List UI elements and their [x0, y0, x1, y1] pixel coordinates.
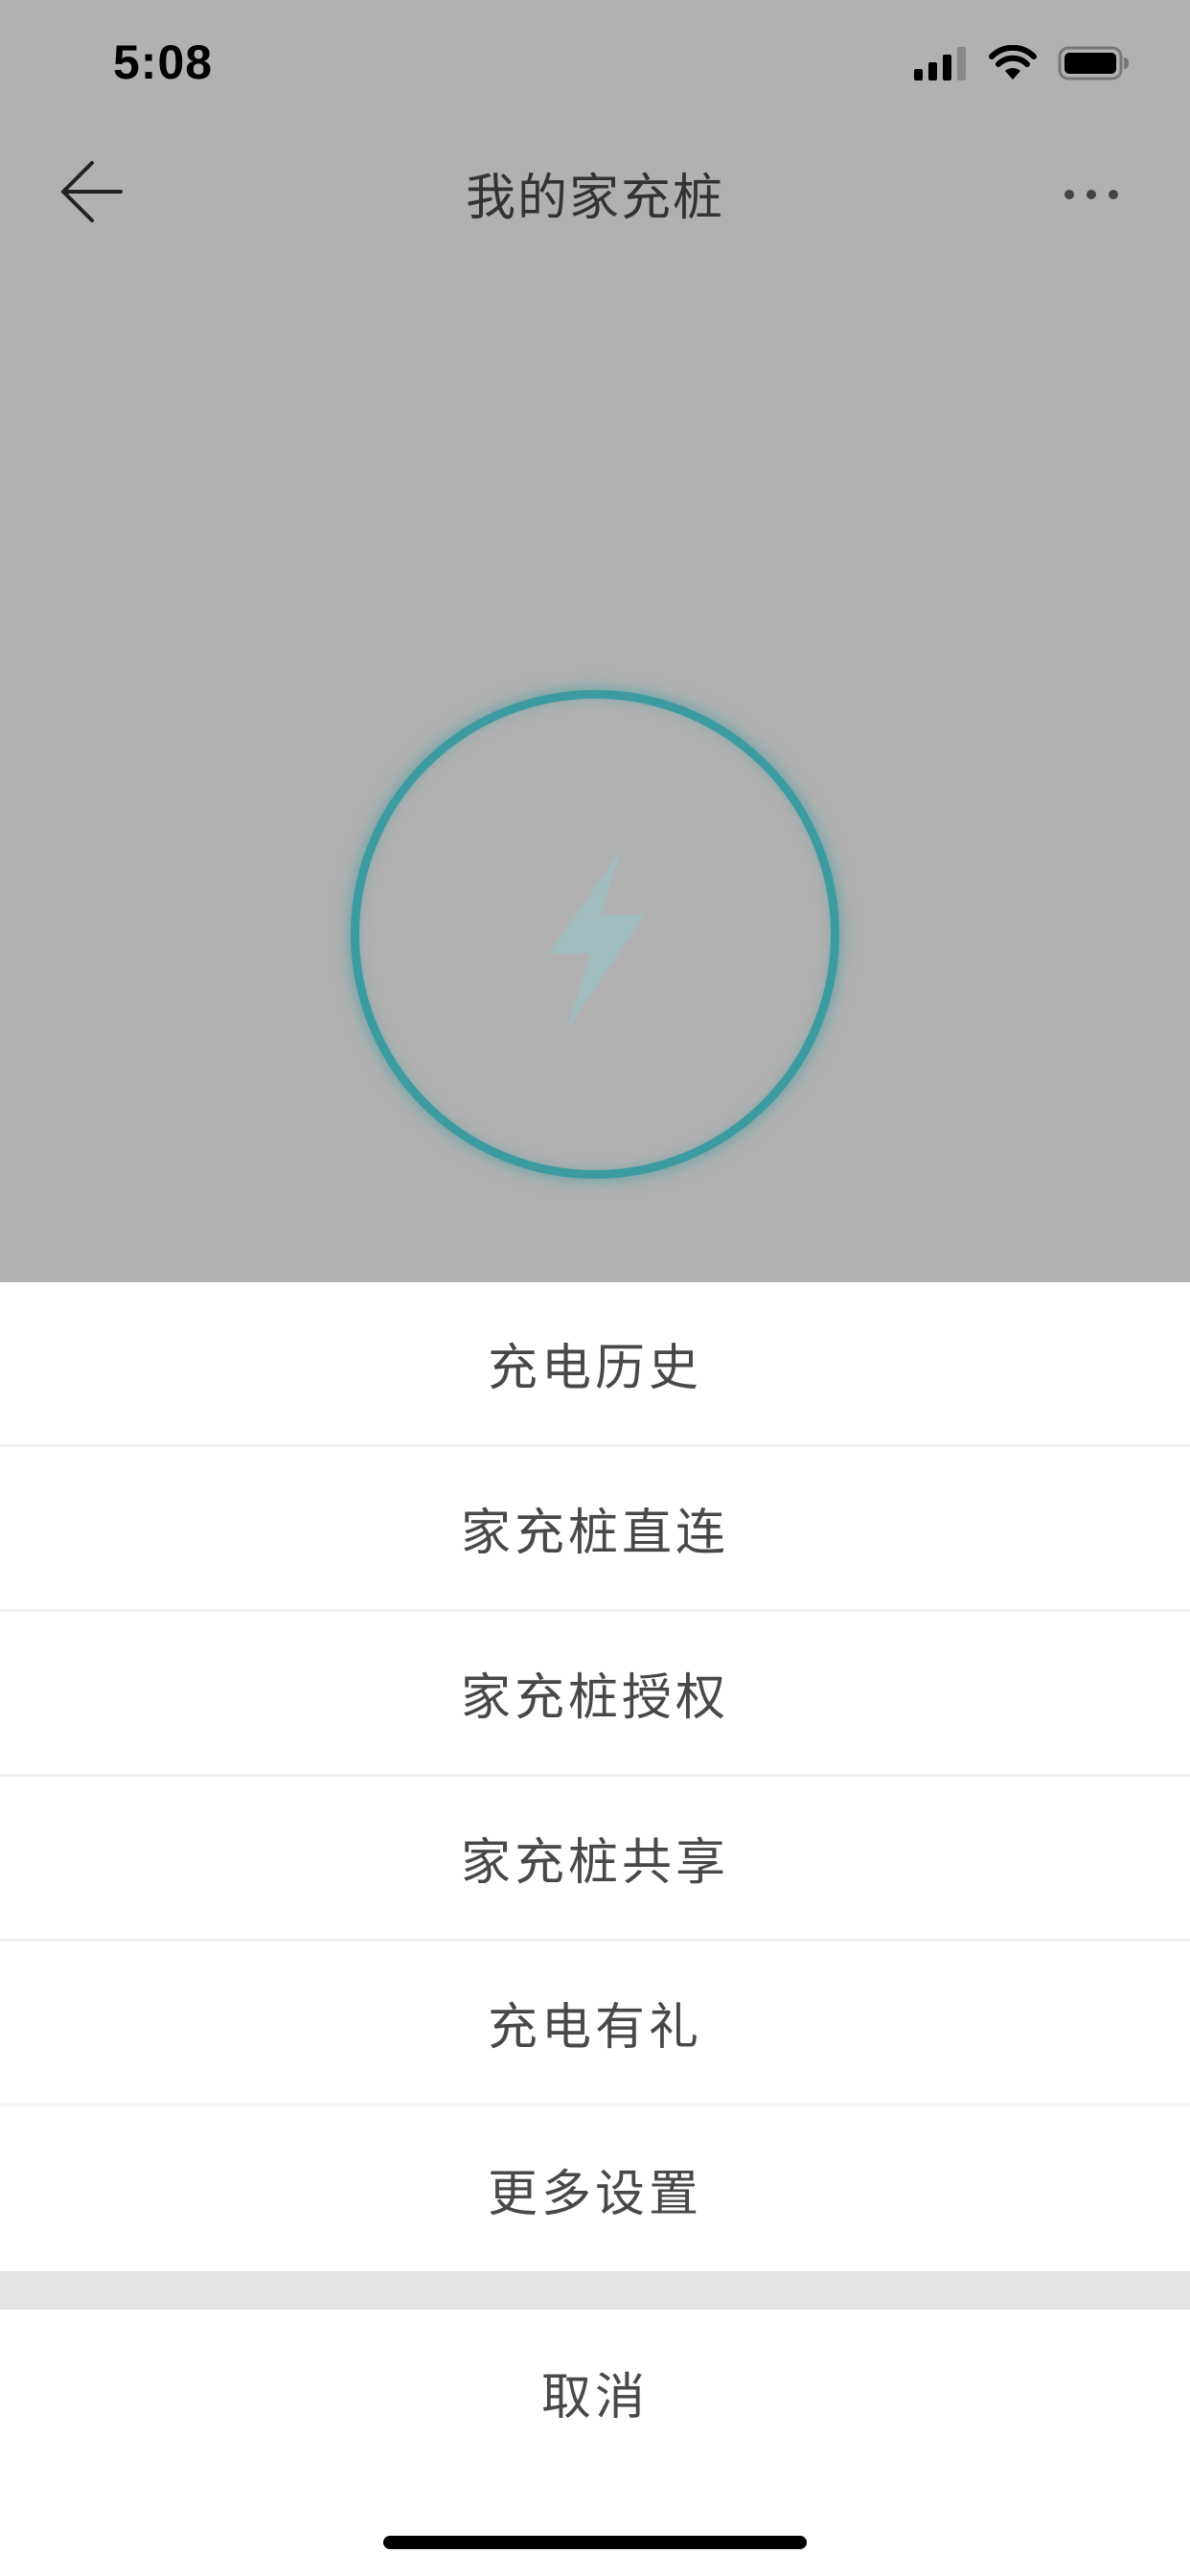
menu-item-charging-gifts[interactable]: 充电有礼: [0, 1942, 1190, 2106]
menu-item-authorization[interactable]: 家充桩授权: [0, 1612, 1190, 1777]
charger-status-ring[interactable]: [351, 690, 839, 1179]
more-icon: [1063, 187, 1120, 205]
nav-bar: 我的家充桩: [0, 134, 1190, 249]
cellular-signal-icon: [914, 46, 968, 80]
status-icons: [914, 42, 1131, 84]
page-title: 我的家充桩: [465, 170, 724, 227]
battery-icon: [1058, 45, 1131, 81]
lightning-bolt-icon: [539, 848, 654, 1034]
menu-item-sharing[interactable]: 家充桩共享: [0, 1777, 1190, 1942]
status-bar: 5:08: [0, 0, 1190, 134]
action-sheet: 充电历史 家充桩直连 家充桩授权 家充桩共享 充电有礼 更多设置 取消: [0, 1282, 1190, 2576]
menu-item-direct-connect[interactable]: 家充桩直连: [0, 1447, 1190, 1612]
menu-item-more-settings[interactable]: 更多设置: [0, 2106, 1190, 2271]
wifi-icon: [989, 45, 1037, 81]
status-time: 5:08: [113, 35, 214, 89]
menu-item-charging-history[interactable]: 充电历史: [0, 1282, 1190, 1447]
action-sheet-list: 充电历史 家充桩直连 家充桩授权 家充桩共享 充电有礼 更多设置: [0, 1282, 1190, 2271]
more-button[interactable]: [1048, 167, 1134, 224]
home-indicator[interactable]: [383, 2536, 807, 2549]
cancel-label: 取消: [540, 2368, 649, 2426]
